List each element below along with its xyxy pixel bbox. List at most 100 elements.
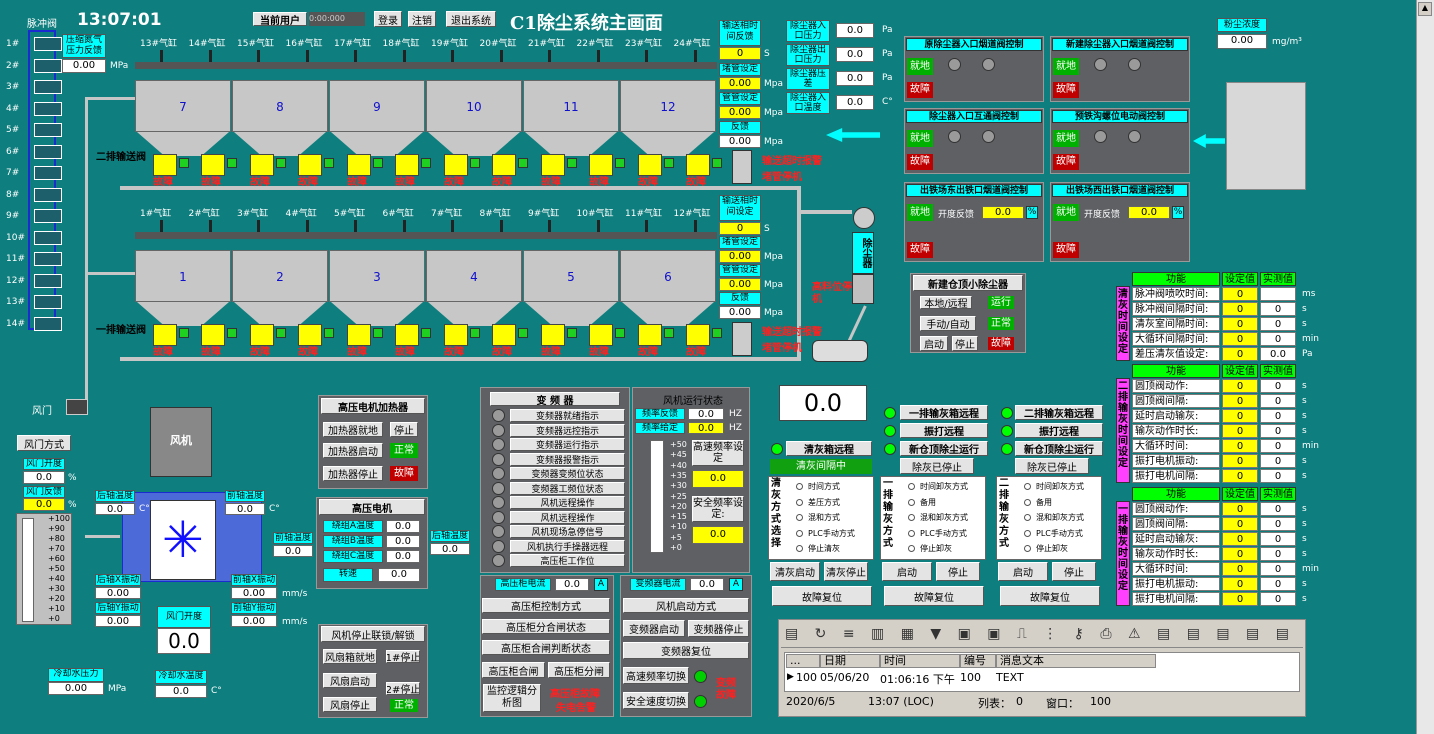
ash1-mode-radio[interactable] xyxy=(908,483,915,490)
ash1-mode-radio[interactable] xyxy=(908,529,915,537)
clean-mode-radio[interactable] xyxy=(796,514,803,521)
exit-button[interactable]: 退出系统 xyxy=(446,11,496,27)
ash2-mode-radio[interactable] xyxy=(1024,483,1031,490)
ash2-mode-radio[interactable] xyxy=(1024,529,1031,537)
motor-icon xyxy=(324,158,334,168)
clean-mode-radio[interactable] xyxy=(796,545,803,552)
table-row-set[interactable]: 0 xyxy=(1222,287,1258,301)
alarm-col-header[interactable]: 编号 xyxy=(960,654,996,668)
table-row-set[interactable]: 0 xyxy=(1222,502,1258,516)
fan-box-local-button[interactable]: 风扇箱就地 xyxy=(323,649,377,664)
small-duster-stop-button[interactable]: 停止 xyxy=(952,336,978,351)
alarm-col-header[interactable]: 时间 xyxy=(880,654,960,668)
alarm-toolbar[interactable]: ▤ ↻ ≡ ▥ ▦ ▼ ▣ ▣ ⎍ ⋮ ⚷ ⎙ ⚠ ▤ ▤ ▤ ▤ ▤ ⎚ ↺ … xyxy=(781,622,1303,666)
ash1-stop-button[interactable]: 停止 xyxy=(936,562,980,581)
pulse-valve-indicator[interactable] xyxy=(34,316,62,331)
table-row-set[interactable]: 0 xyxy=(1222,577,1258,591)
hv-close-button[interactable]: 高压柜合闸 xyxy=(482,662,545,678)
small-duster-mode-button[interactable]: 手动/自动 xyxy=(920,316,976,331)
ash2-start-button[interactable]: 启动 xyxy=(998,562,1048,581)
heater-stop-button[interactable]: 加热器停止 xyxy=(323,466,383,481)
vfd-reset-button[interactable]: 变频器复位 xyxy=(623,642,749,659)
ash1-start-button[interactable]: 启动 xyxy=(882,562,932,581)
table-row-set[interactable]: 0 xyxy=(1222,394,1258,408)
pulse-valve-indicator[interactable] xyxy=(34,187,62,202)
fan-start-button[interactable]: 风扇启动 xyxy=(323,673,377,688)
table-row-set[interactable]: 0 xyxy=(1222,409,1258,423)
high-speed-switch-button[interactable]: 高速频率切换 xyxy=(623,667,689,684)
alarm-col-header[interactable]: ... xyxy=(786,654,820,668)
vfd-stop-button[interactable]: 变频器停止 xyxy=(688,620,749,637)
table-row-set[interactable]: 0 xyxy=(1222,332,1258,346)
table-row-set[interactable]: 0 xyxy=(1222,562,1258,576)
fault-indicator: 故障 xyxy=(541,177,561,188)
damper-mode-button[interactable]: 风门方式 xyxy=(17,435,71,451)
pulse-valve-indicator[interactable] xyxy=(34,230,62,245)
scroll-up-icon[interactable]: ▲ xyxy=(1418,2,1432,16)
vertical-scrollbar[interactable] xyxy=(1416,0,1434,734)
table-row-set[interactable]: 0 xyxy=(1222,454,1258,468)
heater-local-button[interactable]: 加热器就地 xyxy=(323,422,383,437)
ash2-mode-radio[interactable] xyxy=(1024,545,1031,552)
hv-control-mode-button[interactable]: 高压柜控制方式 xyxy=(482,598,610,613)
hv-open-button[interactable]: 高压柜分闸 xyxy=(548,662,610,678)
fan-interlock-button[interactable]: 风机停止联锁/解锁 xyxy=(321,626,425,642)
ash1-mode-radio[interactable] xyxy=(908,545,915,552)
table-row-set[interactable]: 0 xyxy=(1222,379,1258,393)
table-row-set[interactable]: 0 xyxy=(1222,532,1258,546)
pulse-valve-indicator[interactable] xyxy=(34,209,62,223)
logic-diagram-button[interactable]: 监控逻辑分析图 xyxy=(483,684,541,712)
pulse-valve-indicator[interactable] xyxy=(34,252,62,266)
hv-switch-state-button[interactable]: 高压柜分合闸状态 xyxy=(482,619,610,634)
table-row-set[interactable]: 0 xyxy=(1222,469,1258,483)
ash2-reset-button[interactable]: 故障复位 xyxy=(1000,586,1100,606)
damper-open-indicator xyxy=(1094,58,1107,71)
ash2-mode-radio[interactable] xyxy=(1024,498,1031,506)
table-row-set[interactable]: 0 xyxy=(1222,317,1258,331)
alarm-col-header[interactable]: 日期 xyxy=(820,654,880,668)
clean-reset-button[interactable]: 故障复位 xyxy=(772,586,872,606)
login-button[interactable]: 登录 xyxy=(374,11,402,27)
clean-mode-radio[interactable] xyxy=(796,483,803,490)
row1-valve-label: 一排输送阀 xyxy=(96,325,146,336)
heater-start-button[interactable]: 加热器启动 xyxy=(323,443,383,458)
table-row-set[interactable]: 0 xyxy=(1222,347,1258,361)
table-row-set[interactable]: 0 xyxy=(1222,302,1258,316)
hv-close-judge-button[interactable]: 高压柜合闸判断状态 xyxy=(482,640,610,655)
ash1-mode-radio[interactable] xyxy=(908,514,915,521)
clean-start-button[interactable]: 清灰启动 xyxy=(770,562,820,581)
pulse-valve-indicator[interactable] xyxy=(34,123,62,137)
ash1-reset-button[interactable]: 故障复位 xyxy=(884,586,984,606)
table-row-set[interactable]: 0 xyxy=(1222,592,1258,606)
freq-tick-label: +20 xyxy=(670,501,687,511)
table-row-act: 0 xyxy=(1260,332,1296,346)
fan-stop-button[interactable]: 风扇停止 xyxy=(323,697,377,712)
cylinder-icon xyxy=(402,50,406,62)
logout-button[interactable]: 注销 xyxy=(408,11,436,27)
pulse-valve-indicator[interactable] xyxy=(34,101,62,116)
ash1-mode-radio[interactable] xyxy=(908,498,915,506)
safe-speed-switch-button[interactable]: 安全速度切换 xyxy=(623,692,689,709)
table-row-set[interactable]: 0 xyxy=(1222,424,1258,438)
pulse-valve-indicator[interactable] xyxy=(34,273,62,288)
ash2-stop-button[interactable]: 停止 xyxy=(1052,562,1096,581)
table-row-set[interactable]: 0 xyxy=(1222,517,1258,531)
pulse-row-label: 12# xyxy=(6,275,25,286)
alarm-col-header[interactable]: 消息文本 xyxy=(996,654,1156,668)
clean-mode-radio[interactable] xyxy=(796,498,803,506)
clean-mode-radio[interactable] xyxy=(796,529,803,537)
pulse-valve-indicator[interactable] xyxy=(34,144,62,159)
table-row-set[interactable]: 0 xyxy=(1222,547,1258,561)
pulse-valve-indicator[interactable] xyxy=(34,58,62,73)
fan-start-mode-button[interactable]: 风机启动方式 xyxy=(623,598,749,613)
small-duster-local-button[interactable]: 本地/远程 xyxy=(920,296,972,309)
clean-stop-button[interactable]: 清灰停止 xyxy=(824,562,868,581)
pulse-valve-indicator[interactable] xyxy=(34,37,62,51)
small-duster-start-button[interactable]: 启动 xyxy=(920,336,948,351)
pulse-valve-indicator[interactable] xyxy=(34,295,62,309)
pulse-valve-indicator[interactable] xyxy=(34,80,62,94)
table-row-set[interactable]: 0 xyxy=(1222,439,1258,453)
vfd-start-button[interactable]: 变频器启动 xyxy=(623,620,685,637)
ash2-mode-radio[interactable] xyxy=(1024,514,1031,521)
pulse-valve-indicator[interactable] xyxy=(34,166,62,180)
